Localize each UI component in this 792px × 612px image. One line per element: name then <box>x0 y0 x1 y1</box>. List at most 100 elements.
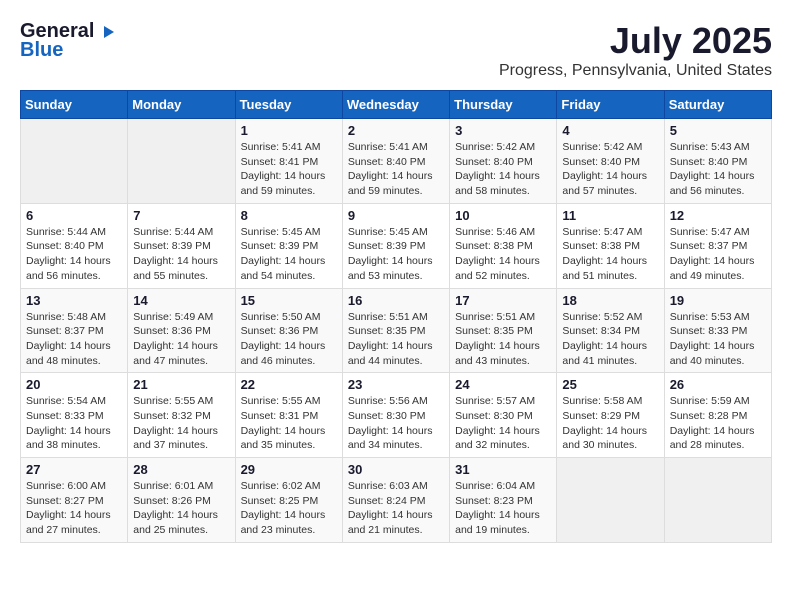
day-number: 28 <box>133 462 229 477</box>
day-number: 25 <box>562 377 658 392</box>
day-info: Sunrise: 6:03 AM Sunset: 8:24 PM Dayligh… <box>348 479 444 538</box>
day-info: Sunrise: 5:48 AM Sunset: 8:37 PM Dayligh… <box>26 310 122 369</box>
logo: General Blue <box>20 20 118 62</box>
calendar-cell: 3 Sunrise: 5:42 AM Sunset: 8:40 PM Daylig… <box>450 119 557 204</box>
day-number: 6 <box>26 208 122 223</box>
day-info: Sunrise: 5:54 AM Sunset: 8:33 PM Dayligh… <box>26 394 122 453</box>
calendar-cell: 11 Sunrise: 5:47 AM Sunset: 8:38 PM Dayli… <box>557 203 664 288</box>
calendar-cell: 22 Sunrise: 5:55 AM Sunset: 8:31 PM Dayli… <box>235 373 342 458</box>
calendar-cell: 12 Sunrise: 5:47 AM Sunset: 8:37 PM Dayli… <box>664 203 771 288</box>
header-cell-monday: Monday <box>128 91 235 119</box>
day-number: 11 <box>562 208 658 223</box>
day-info: Sunrise: 5:41 AM Sunset: 8:40 PM Dayligh… <box>348 140 444 199</box>
day-info: Sunrise: 5:49 AM Sunset: 8:36 PM Dayligh… <box>133 310 229 369</box>
calendar-cell: 27Sunrise: 6:00 AM Sunset: 8:27 PM Dayli… <box>21 458 128 543</box>
day-number: 10 <box>455 208 551 223</box>
logo-blue-text: Blue <box>20 39 63 62</box>
day-number: 19 <box>670 293 766 308</box>
day-number: 2 <box>348 123 444 138</box>
day-number: 30 <box>348 462 444 477</box>
day-number: 29 <box>241 462 337 477</box>
header-cell-sunday: Sunday <box>21 91 128 119</box>
calendar-cell: 10 Sunrise: 5:46 AM Sunset: 8:38 PM Dayli… <box>450 203 557 288</box>
calendar-cell: 24 Sunrise: 5:57 AM Sunset: 8:30 PM Dayli… <box>450 373 557 458</box>
day-info: Sunrise: 5:44 AM Sunset: 8:39 PM Dayligh… <box>133 225 229 284</box>
day-info: Sunrise: 5:45 AM Sunset: 8:39 PM Dayligh… <box>241 225 337 284</box>
logo-arrow-icon <box>96 22 116 42</box>
day-number: 17 <box>455 293 551 308</box>
calendar-cell <box>21 119 128 204</box>
day-info: Sunrise: 5:44 AM Sunset: 8:40 PM Dayligh… <box>26 225 122 284</box>
day-number: 24 <box>455 377 551 392</box>
calendar-cell: 29Sunrise: 6:02 AM Sunset: 8:25 PM Dayli… <box>235 458 342 543</box>
day-info: Sunrise: 6:04 AM Sunset: 8:23 PM Dayligh… <box>455 479 551 538</box>
calendar-week-3: 20Sunrise: 5:54 AM Sunset: 8:33 PM Dayli… <box>21 373 772 458</box>
day-info: Sunrise: 6:01 AM Sunset: 8:26 PM Dayligh… <box>133 479 229 538</box>
calendar-cell: 16 Sunrise: 5:51 AM Sunset: 8:35 PM Dayli… <box>342 288 449 373</box>
calendar-cell: 6 Sunrise: 5:44 AM Sunset: 8:40 PM Daylig… <box>21 203 128 288</box>
calendar-cell: 28 Sunrise: 6:01 AM Sunset: 8:26 PM Dayli… <box>128 458 235 543</box>
header-row: SundayMondayTuesdayWednesdayThursdayFrid… <box>21 91 772 119</box>
calendar-cell: 13 Sunrise: 5:48 AM Sunset: 8:37 PM Dayli… <box>21 288 128 373</box>
day-info: Sunrise: 5:55 AM Sunset: 8:31 PM Dayligh… <box>241 394 337 453</box>
calendar-cell: 21 Sunrise: 5:55 AM Sunset: 8:32 PM Dayli… <box>128 373 235 458</box>
day-number: 7 <box>133 208 229 223</box>
day-info: Sunrise: 5:45 AM Sunset: 8:39 PM Dayligh… <box>348 225 444 284</box>
day-info: Sunrise: 5:50 AM Sunset: 8:36 PM Dayligh… <box>241 310 337 369</box>
header-cell-thursday: Thursday <box>450 91 557 119</box>
day-number: 21 <box>133 377 229 392</box>
day-info: Sunrise: 5:55 AM Sunset: 8:32 PM Dayligh… <box>133 394 229 453</box>
calendar-week-2: 13 Sunrise: 5:48 AM Sunset: 8:37 PM Dayli… <box>21 288 772 373</box>
location-title: Progress, Pennsylvania, United States <box>499 62 772 80</box>
header-cell-saturday: Saturday <box>664 91 771 119</box>
day-info: Sunrise: 5:58 AM Sunset: 8:29 PM Dayligh… <box>562 394 658 453</box>
calendar-cell: 4 Sunrise: 5:42 AM Sunset: 8:40 PM Daylig… <box>557 119 664 204</box>
day-info: Sunrise: 5:43 AM Sunset: 8:40 PM Dayligh… <box>670 140 766 199</box>
day-info: Sunrise: 5:51 AM Sunset: 8:35 PM Dayligh… <box>455 310 551 369</box>
day-number: 4 <box>562 123 658 138</box>
day-number: 18 <box>562 293 658 308</box>
day-number: 22 <box>241 377 337 392</box>
day-number: 12 <box>670 208 766 223</box>
calendar-cell <box>557 458 664 543</box>
day-number: 8 <box>241 208 337 223</box>
calendar-cell <box>128 119 235 204</box>
calendar-cell: 7 Sunrise: 5:44 AM Sunset: 8:39 PM Daylig… <box>128 203 235 288</box>
day-number: 5 <box>670 123 766 138</box>
day-number: 3 <box>455 123 551 138</box>
day-number: 16 <box>348 293 444 308</box>
day-info: Sunrise: 5:42 AM Sunset: 8:40 PM Dayligh… <box>562 140 658 199</box>
day-info: Sunrise: 5:47 AM Sunset: 8:37 PM Dayligh… <box>670 225 766 284</box>
day-number: 31 <box>455 462 551 477</box>
header-cell-tuesday: Tuesday <box>235 91 342 119</box>
calendar-cell: 30 Sunrise: 6:03 AM Sunset: 8:24 PM Dayli… <box>342 458 449 543</box>
calendar-cell: 25 Sunrise: 5:58 AM Sunset: 8:29 PM Dayli… <box>557 373 664 458</box>
day-info: Sunrise: 5:47 AM Sunset: 8:38 PM Dayligh… <box>562 225 658 284</box>
calendar-cell: 31 Sunrise: 6:04 AM Sunset: 8:23 PM Dayli… <box>450 458 557 543</box>
day-number: 14 <box>133 293 229 308</box>
day-info: Sunrise: 5:56 AM Sunset: 8:30 PM Dayligh… <box>348 394 444 453</box>
calendar-cell <box>664 458 771 543</box>
day-info: Sunrise: 5:42 AM Sunset: 8:40 PM Dayligh… <box>455 140 551 199</box>
calendar-cell: 17 Sunrise: 5:51 AM Sunset: 8:35 PM Dayli… <box>450 288 557 373</box>
calendar-cell: 8 Sunrise: 5:45 AM Sunset: 8:39 PM Daylig… <box>235 203 342 288</box>
page-header: General Blue July 2025 Progress, Pennsyl… <box>20 20 772 80</box>
day-info: Sunrise: 5:57 AM Sunset: 8:30 PM Dayligh… <box>455 394 551 453</box>
day-info: Sunrise: 5:46 AM Sunset: 8:38 PM Dayligh… <box>455 225 551 284</box>
calendar-cell: 2 Sunrise: 5:41 AM Sunset: 8:40 PM Daylig… <box>342 119 449 204</box>
header-cell-wednesday: Wednesday <box>342 91 449 119</box>
header-cell-friday: Friday <box>557 91 664 119</box>
calendar-cell: 23 Sunrise: 5:56 AM Sunset: 8:30 PM Dayli… <box>342 373 449 458</box>
calendar-cell: 5 Sunrise: 5:43 AM Sunset: 8:40 PM Daylig… <box>664 119 771 204</box>
calendar-header: SundayMondayTuesdayWednesdayThursdayFrid… <box>21 91 772 119</box>
day-info: Sunrise: 6:00 AM Sunset: 8:27 PM Dayligh… <box>26 479 122 538</box>
day-number: 23 <box>348 377 444 392</box>
day-number: 13 <box>26 293 122 308</box>
calendar-cell: 1Sunrise: 5:41 AM Sunset: 8:41 PM Daylig… <box>235 119 342 204</box>
day-info: Sunrise: 5:59 AM Sunset: 8:28 PM Dayligh… <box>670 394 766 453</box>
calendar-week-1: 6 Sunrise: 5:44 AM Sunset: 8:40 PM Daylig… <box>21 203 772 288</box>
calendar-cell: 19Sunrise: 5:53 AM Sunset: 8:33 PM Dayli… <box>664 288 771 373</box>
day-number: 1 <box>241 123 337 138</box>
day-info: Sunrise: 5:51 AM Sunset: 8:35 PM Dayligh… <box>348 310 444 369</box>
calendar-cell: 18Sunrise: 5:52 AM Sunset: 8:34 PM Dayli… <box>557 288 664 373</box>
